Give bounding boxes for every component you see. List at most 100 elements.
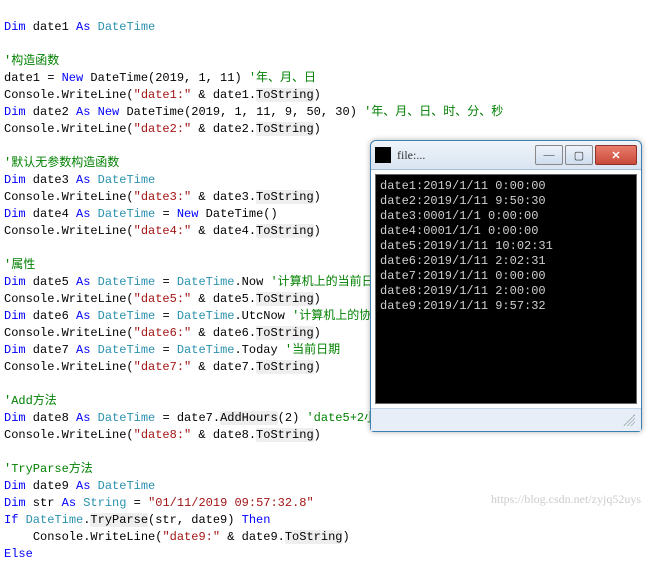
text: ) (314, 122, 321, 136)
string: "date6:" (134, 326, 192, 340)
kw: Dim (4, 20, 26, 34)
kw: As (76, 411, 90, 425)
minimize-button[interactable]: — (535, 145, 563, 165)
text: ) (314, 190, 321, 204)
text: date3 (26, 173, 76, 187)
text: ) (314, 360, 321, 374)
kw: New (177, 207, 199, 221)
kw: Dim (4, 309, 26, 323)
type: DateTime (98, 207, 156, 221)
kw: As (76, 207, 90, 221)
text: Console.WriteLine( (4, 292, 134, 306)
indent (4, 530, 33, 544)
kw: Dim (4, 343, 26, 357)
comment: '年、月、日 (249, 71, 316, 85)
string: "date1:" (134, 88, 192, 102)
kw: As (76, 309, 90, 323)
text: Console.WriteLine( (33, 530, 163, 544)
text: date2 (26, 105, 76, 119)
kw: As (76, 105, 90, 119)
console-output[interactable]: date1:2019/1/11 0:00:00 date2:2019/1/11 … (375, 174, 637, 404)
text: & date3. (191, 190, 256, 204)
text: = (155, 309, 177, 323)
method: ToString (256, 122, 314, 136)
text: date1 = (4, 71, 62, 85)
comment: '当前日期 (278, 343, 340, 357)
method: ToString (256, 292, 314, 306)
prop: UtcNow (242, 309, 285, 323)
console-line: date2:2019/1/11 9:50:30 (380, 194, 546, 208)
text: date7 (26, 343, 76, 357)
kw: New (62, 71, 84, 85)
app-icon (375, 147, 391, 163)
kw: New (98, 105, 120, 119)
text: & date9. (220, 530, 285, 544)
text: ) (314, 224, 321, 238)
window-title: file:... (397, 148, 535, 163)
prop: Today (242, 343, 278, 357)
string: "date3:" (134, 190, 192, 204)
text: date5 (26, 275, 76, 289)
console-line: date4:0001/1/1 0:00:00 (380, 224, 538, 238)
kw: Dim (4, 275, 26, 289)
console-line: date1:2019/1/11 0:00:00 (380, 179, 546, 193)
text: DateTime(2019, 1, 11, 9, 50, 30) (126, 105, 364, 119)
text: = (155, 207, 177, 221)
kw: If (4, 513, 18, 527)
text: . (234, 309, 241, 323)
text: Console.WriteLine( (4, 428, 134, 442)
kw: Dim (4, 207, 26, 221)
text: ) (314, 88, 321, 102)
text: Console.WriteLine( (4, 326, 134, 340)
type: DateTime (26, 513, 84, 527)
kw: As (76, 343, 90, 357)
comment: '属性 (4, 258, 35, 272)
method: TryParse (90, 513, 148, 527)
comment: '年、月、日、时、分、秒 (364, 105, 503, 119)
titlebar[interactable]: file:... — ▢ ✕ (371, 141, 641, 170)
type: DateTime (177, 309, 235, 323)
text: date6 (26, 309, 76, 323)
console-line: date7:2019/1/11 0:00:00 (380, 269, 546, 283)
statusbar (371, 408, 641, 431)
text: & date6. (191, 326, 256, 340)
text (18, 513, 25, 527)
type: DateTime (98, 173, 156, 187)
text: Console.WriteLine( (4, 122, 134, 136)
text: ) (314, 292, 321, 306)
text: date9 (26, 479, 76, 493)
comment: '默认无参数构造函数 (4, 156, 119, 170)
text: = (155, 343, 177, 357)
string: "date2:" (134, 122, 192, 136)
watermark: https://blog.csdn.net/zyjq52uys (491, 492, 641, 507)
text: = (155, 275, 177, 289)
text: date1 (26, 20, 76, 34)
console-line: date6:2019/1/11 2:02:31 (380, 254, 546, 268)
method: ToString (256, 428, 314, 442)
kw: As (76, 20, 90, 34)
type: DateTime (98, 275, 156, 289)
text: = (126, 496, 148, 510)
resize-grip-icon[interactable] (623, 414, 635, 426)
console-window[interactable]: file:... — ▢ ✕ date1:2019/1/11 0:00:00 d… (370, 140, 642, 432)
prop: Now (242, 275, 264, 289)
kw: Dim (4, 105, 26, 119)
text: ) (342, 530, 349, 544)
kw: Dim (4, 411, 26, 425)
text: Console.WriteLine( (4, 224, 134, 238)
maximize-button[interactable]: ▢ (565, 145, 593, 165)
comment: 'Add方法 (4, 394, 57, 408)
method: ToString (256, 224, 314, 238)
text: Console.WriteLine( (4, 360, 134, 374)
method: AddHours (220, 411, 278, 425)
type: DateTime (98, 343, 156, 357)
string: "date7:" (134, 360, 192, 374)
method: ToString (256, 190, 314, 204)
kw: Dim (4, 496, 26, 510)
text: Console.WriteLine( (4, 190, 134, 204)
text: & date1. (191, 88, 256, 102)
type: DateTime (98, 479, 156, 493)
string: "date8:" (134, 428, 192, 442)
close-button[interactable]: ✕ (595, 145, 637, 165)
comment: 'TryParse方法 (4, 462, 93, 476)
